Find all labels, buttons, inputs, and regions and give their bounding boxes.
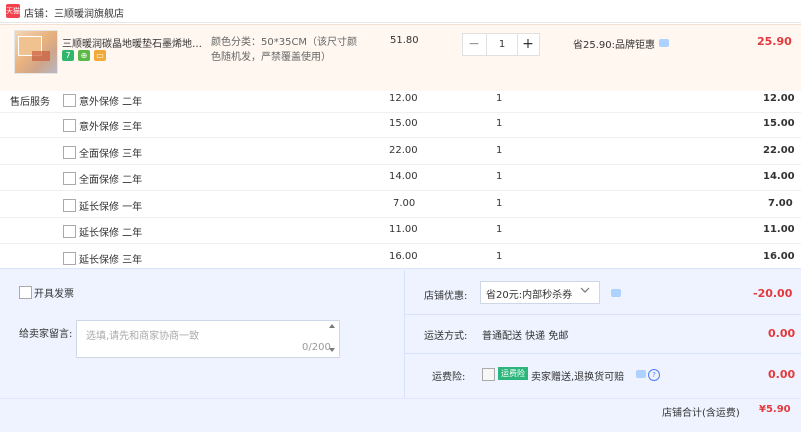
shop-name-link[interactable]: 店铺：三顺暖润旗舰店 [24, 5, 124, 20]
service-name: 全面保修 三年 [79, 149, 143, 160]
card-badge-icon: ▭ [94, 50, 106, 61]
service-name: 延长保修 一年 [79, 202, 143, 213]
saving-text: 省25.90:品牌钜惠 [573, 40, 655, 51]
service-badge-icon: ⊕ [78, 50, 90, 61]
thumbnail-detail [32, 51, 50, 61]
chevron-down-icon[interactable] [578, 283, 592, 297]
column-divider [404, 270, 405, 398]
product-title-link[interactable]: 三顺暖润碳晶地暖垫石墨烯地垫... [62, 35, 206, 50]
service-price: 15.00 [389, 118, 418, 129]
row-divider [0, 137, 801, 138]
service-checkbox[interactable] [63, 172, 76, 185]
service-price: 12.00 [389, 93, 418, 104]
seven-day-return-icon: 7 [62, 50, 74, 61]
shop-total-label: 店铺合计(含运费) [662, 408, 740, 419]
service-price: 22.00 [389, 145, 418, 156]
insurance-label: 运费险: [432, 372, 466, 383]
service-checkbox[interactable] [63, 119, 76, 132]
service-checkbox[interactable] [63, 199, 76, 212]
shipping-method: 普通配送 快递 免邮 [482, 331, 569, 342]
service-checkbox[interactable] [63, 252, 76, 265]
service-price: 16.00 [389, 251, 418, 262]
coupon-select-value: 省20元:内部秒杀券 [486, 290, 573, 301]
invoice-label: 开具发票 [34, 289, 74, 300]
service-price: 14.00 [389, 171, 418, 182]
row-divider [0, 217, 801, 218]
shop-total-amount: ¥5.90 [759, 404, 791, 415]
row-divider [0, 243, 801, 244]
row-divider [0, 112, 801, 113]
service-name: 延长保修 三年 [79, 255, 143, 266]
unit-price: 51.80 [390, 35, 419, 46]
insurance-amount: 0.00 [768, 368, 796, 381]
service-qty: 1 [496, 251, 503, 262]
insurance-badge: 运费险 [498, 367, 528, 380]
message-placeholder: 选填,请先和商家协商一致 [86, 331, 200, 342]
service-qty: 1 [496, 198, 503, 209]
service-name: 全面保修 二年 [79, 175, 143, 186]
row-divider [404, 353, 801, 354]
product-subtotal: 25.90 [757, 35, 792, 48]
service-subtotal: 14.00 [763, 171, 795, 182]
message-label: 给卖家留言: [19, 329, 73, 340]
question-icon[interactable]: ? [648, 369, 660, 381]
service-subtotal: 11.00 [763, 224, 795, 235]
shipping-label: 运送方式: [424, 331, 468, 342]
service-name: 延长保修 二年 [79, 228, 143, 239]
service-checkbox[interactable] [63, 146, 76, 159]
insurance-text: 卖家赠送,退换货可赔 [531, 372, 625, 383]
service-subtotal: 22.00 [763, 145, 795, 156]
quantity-stepper[interactable]: − 1 + [462, 33, 540, 56]
quantity-decrease-button[interactable]: − [463, 34, 485, 55]
chat-icon[interactable] [659, 39, 669, 47]
chat-icon[interactable] [636, 370, 646, 378]
quantity-increase-button[interactable]: + [517, 34, 539, 55]
service-subtotal: 12.00 [763, 93, 795, 104]
service-qty: 1 [496, 145, 503, 156]
service-subtotal: 16.00 [763, 251, 795, 262]
coupon-amount: -20.00 [753, 287, 793, 300]
textarea-scrollbar[interactable] [328, 323, 336, 353]
quantity-input[interactable]: 1 [486, 34, 518, 55]
service-subtotal: 7.00 [768, 198, 793, 209]
insurance-checkbox[interactable] [482, 368, 495, 381]
service-name: 意外保修 三年 [79, 122, 143, 133]
row-divider [0, 190, 801, 191]
service-qty: 1 [496, 171, 503, 182]
row-divider [404, 314, 801, 315]
service-checkbox[interactable] [63, 225, 76, 238]
service-qty: 1 [496, 93, 503, 104]
service-checkbox[interactable] [63, 94, 76, 107]
service-subtotal: 15.00 [763, 118, 795, 129]
service-qty: 1 [496, 118, 503, 129]
row-divider [0, 164, 801, 165]
tmall-icon: 天猫 [6, 4, 20, 18]
service-price: 11.00 [389, 224, 418, 235]
coupon-label: 店铺优惠: [424, 291, 468, 302]
shipping-amount: 0.00 [768, 327, 796, 340]
service-qty: 1 [496, 224, 503, 235]
invoice-checkbox[interactable] [19, 286, 32, 299]
after-sales-label: 售后服务 [10, 97, 50, 108]
service-price: 7.00 [393, 198, 416, 209]
chat-icon[interactable] [611, 289, 621, 297]
product-spec: 颜色分类：50*35CM（该尺寸颜色随机发，严禁覆盖使用） [211, 37, 358, 63]
message-counter: 0/200 [302, 342, 331, 353]
service-name: 意外保修 二年 [79, 97, 143, 108]
